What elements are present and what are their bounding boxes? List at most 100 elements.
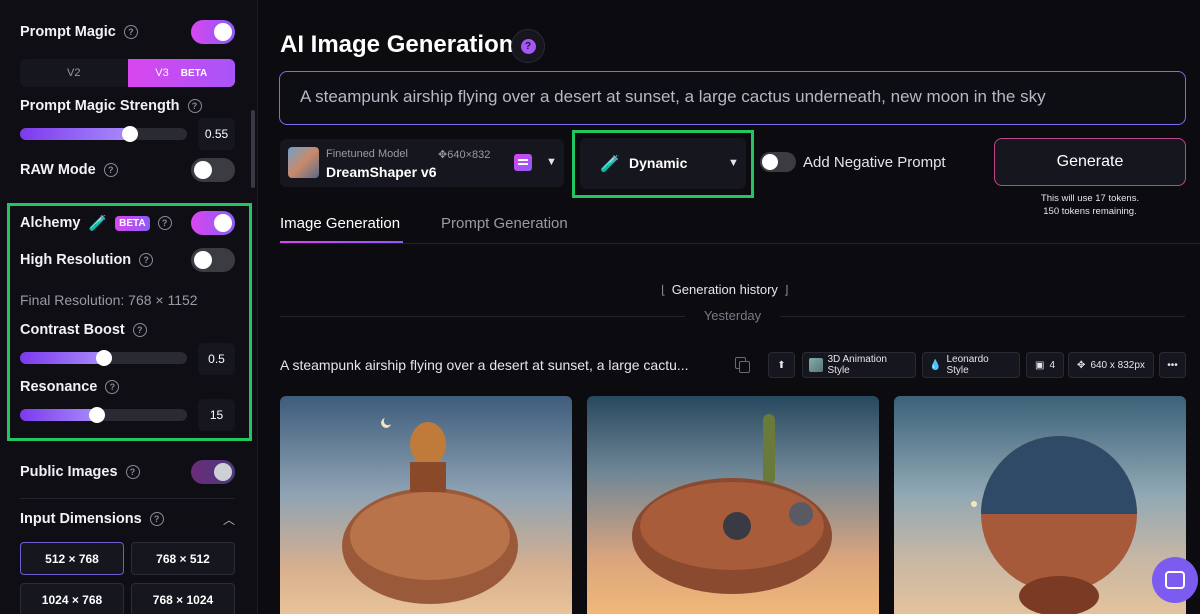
tab-prompt-generation[interactable]: Prompt Generation	[441, 215, 568, 232]
toggle-knob	[214, 23, 232, 41]
help-icon[interactable]: ?	[149, 512, 164, 526]
help-icon[interactable]: ?	[132, 323, 147, 337]
generated-image[interactable]	[894, 396, 1186, 614]
prompt-magic-strength-row: Prompt Magic Strength ?	[20, 98, 235, 114]
copy-icon[interactable]	[735, 357, 750, 373]
airship-illustration	[971, 436, 1137, 614]
airship-illustration	[342, 418, 518, 604]
version-v3-button[interactable]: V3 BETA	[127, 59, 235, 87]
move-icon: ✥	[438, 149, 448, 161]
slider-thumb[interactable]	[88, 407, 105, 423]
high-resolution-toggle[interactable]	[191, 248, 235, 272]
more-icon: •••	[1167, 359, 1178, 371]
help-icon[interactable]: ?	[187, 99, 202, 113]
help-icon[interactable]: ?	[105, 380, 120, 394]
prompt-magic-toggle[interactable]	[191, 20, 235, 44]
chevron-up-icon[interactable]: ︿	[223, 511, 235, 528]
more-options-button[interactable]: •••	[1159, 352, 1186, 378]
sidebar-scrollbar[interactable]	[251, 110, 255, 188]
style-chip-3d-animation[interactable]: 3D Animation Style	[802, 352, 916, 378]
model-size-value: 640×832	[447, 149, 491, 161]
model-details-icon[interactable]	[514, 154, 532, 171]
generation-history-label: Generation history	[671, 282, 778, 297]
prompt-magic-strength-slider[interactable]	[20, 126, 187, 142]
public-images-label: Public Images	[20, 464, 118, 480]
move-icon: ✥	[1077, 359, 1086, 371]
style-chip-leonardo[interactable]: 💧 Leonardo Style	[922, 352, 1020, 378]
alchemy-row: Alchemy 🧪 BETA ?	[20, 211, 235, 235]
alchemy-label: Alchemy	[20, 215, 81, 231]
model-size-label: ✥640×832	[438, 148, 490, 161]
flask-icon: 🧪	[88, 215, 108, 232]
dimensions-chip[interactable]: ✥ 640 x 832px	[1068, 352, 1154, 378]
reuse-prompt-button[interactable]: ⬆	[768, 352, 795, 378]
negative-prompt-toggle[interactable]	[760, 152, 796, 172]
slider-fill	[20, 409, 97, 421]
style-thumbnail	[809, 358, 823, 372]
toggle-knob	[194, 251, 212, 269]
model-selector[interactable]: Finetuned Model ✥640×832 DreamShaper v6 …	[280, 139, 564, 187]
contrast-boost-value[interactable]: 0.5	[198, 343, 235, 375]
help-icon[interactable]: ?	[123, 25, 138, 39]
generated-image[interactable]	[587, 396, 879, 614]
raw-mode-toggle[interactable]	[191, 158, 235, 182]
prompt-input[interactable]: A steampunk airship flying over a desert…	[279, 71, 1186, 125]
prompt-magic-label: Prompt Magic	[20, 24, 116, 40]
prompt-magic-strength-value[interactable]: 0.55	[198, 118, 235, 150]
resonance-value[interactable]: 15	[198, 399, 235, 431]
airship-illustration	[632, 414, 832, 594]
help-icon[interactable]: ?	[139, 253, 154, 267]
high-resolution-label: High Resolution	[20, 252, 132, 268]
input-dimensions-row[interactable]: Input Dimensions ? ︿	[20, 511, 235, 527]
contrast-boost-slider[interactable]	[20, 350, 187, 366]
chat-support-button[interactable]	[1152, 557, 1198, 603]
images-icon: ▣	[1034, 359, 1045, 371]
chip-label: 4	[1049, 359, 1055, 371]
version-v2-button[interactable]: V2	[20, 59, 128, 87]
sidebar-divider	[20, 498, 235, 499]
model-type-label: Finetuned Model	[326, 148, 408, 160]
caret-down-icon[interactable]: ▼	[546, 156, 557, 168]
dimension-option[interactable]: 768 × 512	[131, 542, 235, 575]
model-thumbnail	[288, 147, 319, 178]
token-remaining-text: 150 tokens remaining.	[1043, 206, 1137, 217]
public-images-toggle[interactable]	[191, 460, 235, 484]
date-heading: Yesterday	[703, 308, 762, 323]
title-help-button[interactable]: ?	[511, 29, 545, 63]
help-icon[interactable]: ?	[103, 163, 118, 177]
resonance-slider[interactable]	[20, 407, 187, 423]
alchemy-toggle[interactable]	[191, 211, 235, 235]
prompt-magic-strength-label: Prompt Magic Strength	[20, 98, 180, 114]
prompt-magic-version-selector: V2 V3 BETA	[20, 59, 235, 87]
generate-button[interactable]: Generate	[994, 138, 1186, 186]
slider-thumb[interactable]	[122, 126, 139, 142]
prompt-magic-row: Prompt Magic ?	[20, 20, 235, 44]
help-icon[interactable]: ?	[125, 465, 140, 479]
image-count-chip[interactable]: ▣ 4	[1026, 352, 1064, 378]
caret-down-icon: ▼	[728, 157, 739, 169]
token-usage-text: This will use 17 tokens.	[1040, 193, 1140, 204]
preset-dropdown[interactable]: 🧪 Dynamic ▼	[580, 138, 746, 189]
contrast-boost-label: Contrast Boost	[20, 322, 125, 338]
help-icon[interactable]: ?	[157, 216, 172, 230]
negative-prompt-label[interactable]: Add Negative Prompt	[803, 154, 946, 171]
droplet-icon: 💧	[929, 359, 942, 371]
raw-mode-label: RAW Mode	[20, 162, 96, 178]
slider-fill	[20, 352, 104, 364]
tab-image-generation[interactable]: Image Generation	[280, 215, 400, 232]
toggle-knob	[214, 463, 232, 481]
dimension-option[interactable]: 512 × 768	[20, 542, 124, 575]
settings-sidebar: Prompt Magic ? V2 V3 BETA Prompt Magic S…	[0, 0, 258, 614]
generated-image[interactable]	[280, 396, 572, 614]
flask-icon: 🧪	[600, 156, 620, 173]
dimension-option[interactable]: 1024 × 768	[20, 583, 124, 614]
alchemy-beta-badge: BETA	[115, 215, 150, 231]
public-images-row: Public Images ?	[20, 460, 235, 484]
chat-icon	[1165, 571, 1185, 589]
bracket-icon: ⌊	[661, 283, 666, 297]
help-icon: ?	[520, 38, 536, 54]
toggle-knob	[194, 161, 212, 179]
dimension-option[interactable]: 768 × 1024	[131, 583, 235, 614]
slider-thumb[interactable]	[95, 350, 112, 366]
upload-icon: ⬆	[777, 359, 786, 371]
